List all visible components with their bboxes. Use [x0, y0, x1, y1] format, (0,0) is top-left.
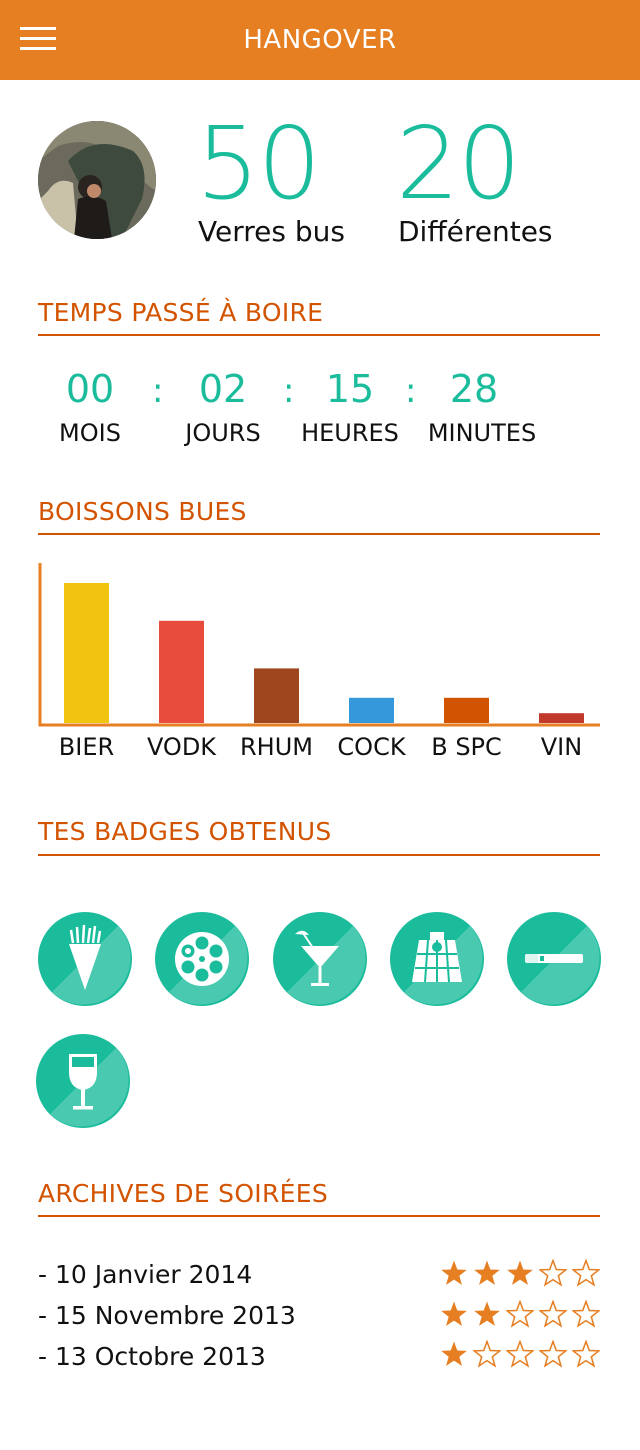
badge-cigarette[interactable]	[507, 912, 601, 1006]
time-section-title: TEMPS PASSÉ À BOIRE	[38, 298, 324, 327]
wine-glass-icon	[36, 1034, 130, 1128]
bar-bier	[64, 583, 109, 723]
star-empty-icon	[506, 1340, 534, 1368]
bar-label: RHUM	[240, 733, 313, 761]
archive-date[interactable]: - 10 Janvier 2014	[38, 1258, 252, 1292]
star-filled-icon	[441, 1341, 467, 1366]
badge-fries[interactable]	[38, 912, 132, 1006]
cigarette-icon	[507, 912, 601, 1006]
star-empty-icon	[539, 1340, 567, 1368]
days-label: JOURS	[185, 419, 261, 447]
different-count: 20	[396, 105, 521, 222]
drinks-section-title: BOISSONS BUES	[38, 497, 247, 526]
section-divider	[38, 854, 600, 856]
fries-cone-icon	[38, 912, 132, 1006]
star-empty-icon	[572, 1300, 600, 1328]
star-empty-icon	[473, 1340, 501, 1368]
section-divider	[38, 1215, 600, 1217]
badge-beer-pong[interactable]	[390, 912, 484, 1006]
bar-label: VODK	[146, 733, 217, 761]
hamburger-menu-icon[interactable]	[20, 27, 56, 53]
bar-rhum	[254, 668, 299, 723]
bar-label: COCK	[337, 733, 406, 761]
star-filled-icon	[507, 1260, 533, 1285]
top-bar: HANGOVER	[0, 0, 640, 80]
badge-revolver[interactable]	[155, 912, 249, 1006]
cocktail-glass-icon	[273, 912, 367, 1006]
time-separator: :	[152, 371, 164, 411]
star-empty-icon	[506, 1300, 534, 1328]
app-title: HANGOVER	[243, 25, 397, 55]
star-empty-icon	[539, 1300, 567, 1328]
revolver-cylinder-icon	[155, 912, 249, 1006]
hours-label: HEURES	[301, 419, 399, 447]
minutes-label: MINUTES	[427, 419, 537, 447]
star-empty-icon	[572, 1259, 600, 1287]
section-divider	[38, 334, 600, 336]
months-value: 00	[65, 367, 115, 411]
glasses-label: Verres bus	[198, 215, 345, 248]
star-filled-icon	[441, 1260, 467, 1285]
hours-value: 15	[325, 367, 375, 411]
archives-section-title: ARCHIVES DE SOIRÉES	[38, 1179, 329, 1208]
badges-section-title: TES BADGES OBTENUS	[38, 817, 332, 846]
section-divider	[38, 533, 600, 535]
archive-date[interactable]: - 15 Novembre 2013	[38, 1299, 296, 1333]
bar-label: B SPC	[431, 733, 502, 761]
archive-rating	[440, 1259, 602, 1287]
minutes-value: 28	[449, 367, 499, 411]
different-label: Différentes	[398, 215, 553, 248]
star-filled-icon	[441, 1301, 467, 1326]
archive-date[interactable]: - 13 Octobre 2013	[38, 1340, 266, 1374]
badge-wine[interactable]	[36, 1034, 130, 1128]
bar-b-spc	[444, 697, 489, 723]
bar-label: BIER	[58, 733, 115, 761]
archive-rating	[440, 1340, 602, 1368]
star-filled-icon	[474, 1301, 500, 1326]
bar-cock	[349, 697, 394, 723]
star-empty-icon	[539, 1259, 567, 1287]
star-filled-icon	[474, 1260, 500, 1285]
beer-pong-table-icon	[390, 912, 484, 1006]
glasses-count: 50	[196, 105, 321, 222]
chart-axis	[38, 563, 600, 727]
star-empty-icon	[572, 1340, 600, 1368]
days-value: 02	[198, 367, 248, 411]
avatar[interactable]	[38, 121, 156, 239]
bar-label: VIN	[540, 733, 583, 761]
archive-rating	[440, 1300, 602, 1328]
bar-vodk	[159, 620, 204, 723]
months-label: MOIS	[59, 419, 121, 447]
bar-vin	[539, 713, 584, 723]
badge-cocktail[interactable]	[273, 912, 367, 1006]
